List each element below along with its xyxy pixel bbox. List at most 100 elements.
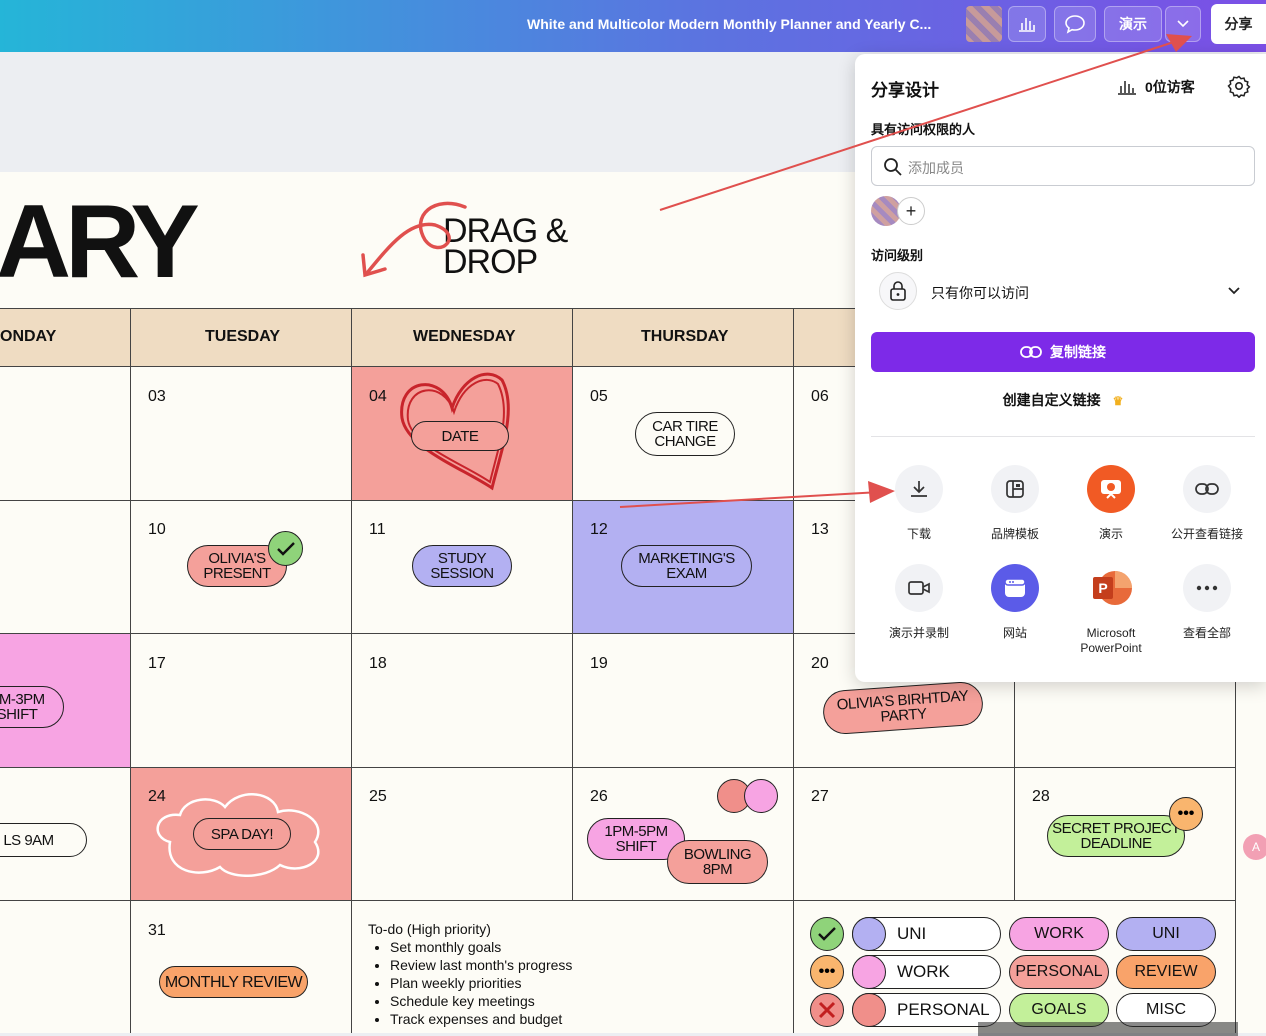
date-number: 31 <box>148 922 166 939</box>
divider <box>871 436 1255 437</box>
copy-link-label: 复制链接 <box>1050 344 1106 360</box>
event-text: PRESENT <box>203 565 271 582</box>
event-text: SESSION <box>430 565 494 582</box>
event-text: MARKETING'S <box>638 550 735 567</box>
grid-line <box>130 308 131 1033</box>
event-bowling[interactable]: BOWLING 8PM <box>667 840 768 884</box>
color-dot-red <box>852 993 886 1027</box>
weekday-thursday: THURSDAY <box>641 328 729 345</box>
event-calls[interactable]: LS 9AM <box>0 823 87 857</box>
option-label: 网站 <box>1002 626 1027 640</box>
bar-chart-icon <box>1118 81 1136 95</box>
month-title: ARY <box>0 184 200 300</box>
add-member-input[interactable]: 添加成员 <box>871 146 1255 186</box>
gear-icon[interactable] <box>1227 74 1251 98</box>
more-dots-icon: ••• <box>1169 797 1203 831</box>
present-button[interactable]: 演示 <box>1104 6 1162 42</box>
todo-item: Schedule key meetings <box>390 992 572 1010</box>
weekday-tuesday: TUESDAY <box>205 328 280 345</box>
date-number: 12 <box>590 521 608 538</box>
download-option[interactable]: 下载 <box>871 465 967 542</box>
date-number: 13 <box>811 521 829 538</box>
plus-icon: + <box>905 200 917 221</box>
chevron-down-icon <box>1228 287 1240 295</box>
check-icon <box>810 917 844 951</box>
event-text: DEADLINE <box>1080 835 1152 852</box>
event-text: AM-3PM <box>0 691 45 708</box>
date-number: 03 <box>148 388 166 405</box>
share-panel-title: 分享设计 <box>871 81 939 100</box>
legend-review-tag[interactable]: REVIEW <box>1116 955 1216 989</box>
event-text: SHIFT <box>615 838 657 855</box>
date-number: 10 <box>148 521 166 538</box>
access-level-select[interactable]: 只有你可以访问 <box>871 270 1255 312</box>
copy-link-button[interactable]: 复制链接 <box>871 332 1255 372</box>
grid-line <box>0 900 1236 901</box>
see-all-option[interactable]: 查看全部 <box>1159 564 1255 641</box>
download-icon <box>895 465 943 513</box>
legend-personal-tag[interactable]: PERSONAL <box>1009 955 1109 989</box>
grid-line <box>1235 680 1236 1033</box>
present-record-option[interactable]: 演示并录制 <box>871 564 967 641</box>
visitors-button[interactable]: 0位访客 <box>1117 77 1195 97</box>
share-button[interactable]: 分享 <box>1211 4 1266 44</box>
document-title[interactable]: White and Multicolor Modern Monthly Plan… <box>527 16 931 32</box>
event-marketing-exam[interactable]: MARKETING'S EXAM <box>621 545 752 587</box>
date-number: 19 <box>590 655 608 672</box>
present-icon <box>1087 465 1135 513</box>
option-label: 品牌模板 <box>990 527 1039 541</box>
grid-line <box>0 767 1236 768</box>
present-option[interactable]: 演示 <box>1063 465 1159 542</box>
present-dropdown-button[interactable] <box>1165 6 1201 42</box>
chevron-down-icon <box>1177 20 1189 28</box>
website-icon <box>991 564 1039 612</box>
event-car-tire[interactable]: CAR TIRE CHANGE <box>635 412 735 456</box>
event-study-session[interactable]: STUDY SESSION <box>412 545 512 587</box>
option-label: 演示并录制 <box>888 626 949 640</box>
share-panel: 分享设计 0位访客 具有访问权限的人 添加成员 + 访问级别 只有你可以访问 复… <box>855 54 1266 682</box>
todo-item: Plan weekly priorities <box>390 974 572 992</box>
brand-template-option[interactable]: 品牌模板 <box>967 465 1063 542</box>
event-text: OLIVIA'S <box>208 550 266 567</box>
event-text: SHIFT <box>0 706 38 723</box>
powerpoint-icon: P <box>1087 564 1135 612</box>
comments-button[interactable] <box>1054 6 1096 42</box>
powerpoint-option[interactable]: P Microsoft PowerPoint <box>1063 564 1159 656</box>
brand-template-icon <box>991 465 1039 513</box>
todo-title: To-do (High priority) <box>368 921 491 937</box>
more-icon <box>1183 564 1231 612</box>
event-secret-project[interactable]: SECRET PROJECT DEADLINE <box>1047 815 1185 857</box>
event-spa-day[interactable]: SPA DAY! <box>193 818 291 850</box>
legend-uni[interactable]: UNI <box>852 917 1001 951</box>
event-date[interactable]: DATE <box>411 421 509 451</box>
user-avatar[interactable] <box>966 6 1002 42</box>
grid-line <box>351 308 352 1033</box>
event-shift[interactable]: AM-3PM SHIFT <box>0 686 64 728</box>
legend-uni-tag[interactable]: UNI <box>1116 917 1216 951</box>
color-dot-pink <box>852 955 886 989</box>
custom-link-button[interactable]: 创建自定义链接 ♛ <box>871 390 1255 410</box>
add-member-button[interactable]: + <box>897 197 925 225</box>
svg-text:P: P <box>1098 580 1107 596</box>
analytics-button[interactable] <box>1008 6 1046 42</box>
public-view-link-option[interactable]: 公开查看链接 <box>1159 465 1255 542</box>
legend-work-tag[interactable]: WORK <box>1009 917 1109 951</box>
date-number: 04 <box>369 388 387 405</box>
option-label: Microsoft PowerPoint <box>1080 626 1142 655</box>
event-text: EXAM <box>666 565 707 582</box>
visitors-count: 0位访客 <box>1145 79 1195 95</box>
legend-work[interactable]: WORK <box>852 955 1001 989</box>
event-monthly-review[interactable]: MONTHLY REVIEW <box>159 966 308 998</box>
access-level-label: 访问级别 <box>871 248 924 263</box>
translate-icon[interactable]: A <box>1243 834 1266 860</box>
color-dot-blue <box>852 917 886 951</box>
weekday-monday: ONDAY <box>0 328 57 345</box>
access-level-value: 只有你可以访问 <box>931 285 1029 301</box>
custom-link-label: 创建自定义链接 <box>1002 392 1101 408</box>
event-text: 8PM <box>702 861 733 878</box>
event-text: PARTY <box>879 705 928 726</box>
option-label: 查看全部 <box>1182 626 1231 640</box>
date-number: 27 <box>811 788 829 805</box>
date-number: 25 <box>369 788 387 805</box>
website-option[interactable]: 网站 <box>967 564 1063 641</box>
